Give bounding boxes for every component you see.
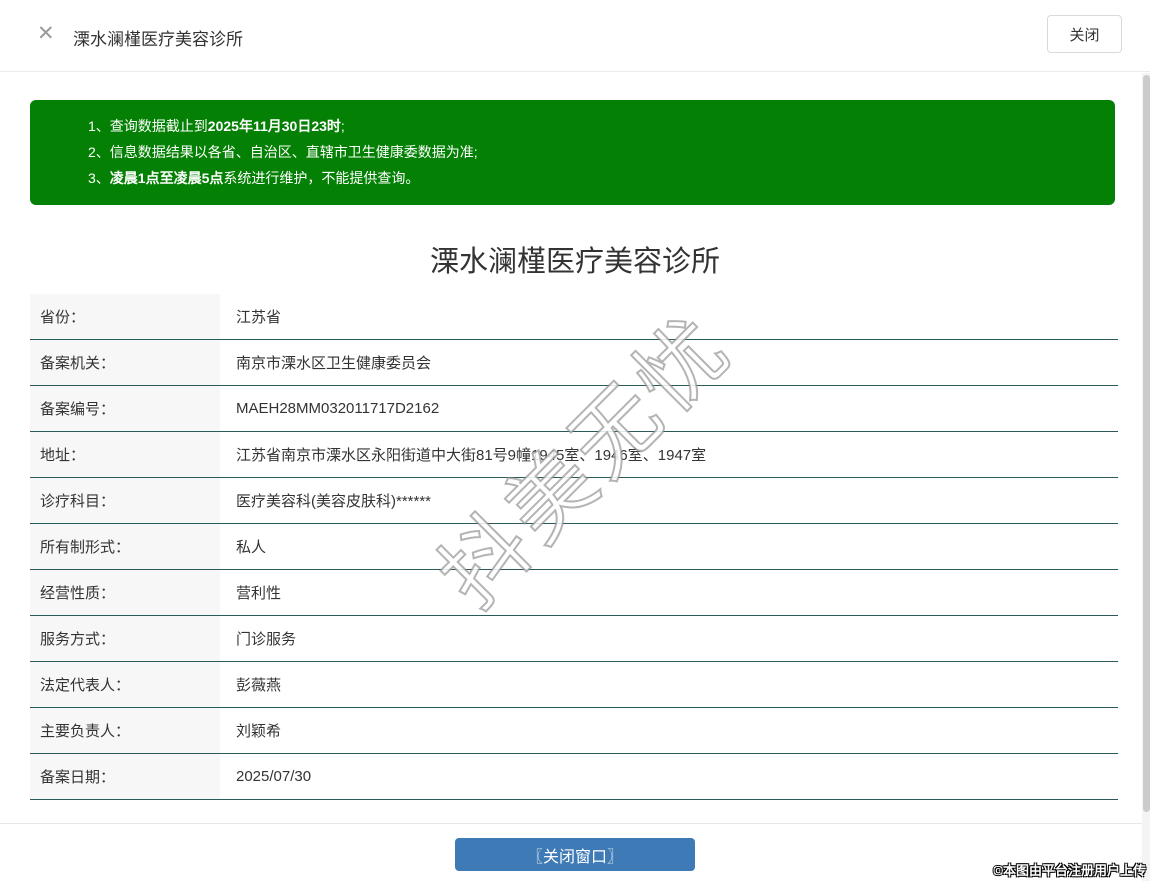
attribution: ©本图由平台注册用户上传 [993, 863, 1146, 878]
row-label: 主要负责人： [30, 708, 220, 753]
scrollbar[interactable] [1142, 73, 1150, 881]
row-value: 2025/07/30 [236, 768, 312, 785]
window-title: 溧水澜槿医疗美容诊所 [73, 30, 243, 49]
notice-line: 1、查询数据截止到2025年11月30日23时; [88, 118, 345, 134]
table-row: 主要负责人： 刘颖希 [30, 708, 1118, 754]
row-value: MAEH28MM032011717D2162 [236, 400, 440, 417]
notice-line: 3、凌晨1点至凌晨5点系统进行维护，不能提供查询。 [88, 170, 420, 186]
row-value: 江苏省 [236, 309, 282, 326]
row-label: 备案日期： [30, 754, 220, 799]
row-label: 地址： [30, 432, 220, 477]
table-row: 备案机关： 南京市溧水区卫生健康委员会 [30, 340, 1118, 386]
table-row: 备案日期： 2025/07/30 [30, 754, 1118, 800]
row-label: 省份： [30, 294, 220, 339]
table-row: 所有制形式： 私人 [30, 524, 1118, 570]
row-label: 备案机关： [30, 340, 220, 385]
detail-table: 省份： 江苏省 备案机关： 南京市溧水区卫生健康委员会 备案编号： MAEH28MM032… [30, 294, 1118, 800]
row-value: 刘颖希 [236, 723, 282, 740]
row-label: 法定代表人： [30, 662, 220, 707]
scrollbar-thumb[interactable] [1143, 75, 1150, 812]
row-value: 南京市溧水区卫生健康委员会 [236, 355, 432, 372]
page-title: 溧水澜槿医疗美容诊所 [429, 246, 720, 278]
table-row: 地址： 江苏省南京市溧水区永阳街道中大街81号9幢1945室、1946室、1947… [30, 432, 1118, 478]
table-row: 法定代表人： 彭薇燕 [30, 662, 1118, 708]
table-row: 省份： 江苏省 [30, 294, 1118, 340]
close-button[interactable]: 关闭 [1047, 15, 1122, 53]
row-value: 医疗美容科(美容皮肤科)****** [236, 493, 432, 510]
row-value: 彭薇燕 [236, 677, 282, 694]
footer: 〖关闭窗口〗 [0, 824, 1150, 881]
notice-line: 2、信息数据结果以各省、自治区、直辖市卫生健康委数据为准; [88, 144, 478, 160]
row-label: 服务方式： [30, 616, 220, 661]
row-label: 诊疗科目： [30, 478, 220, 523]
row-value: 私人 [236, 539, 267, 556]
row-label: 经营性质： [30, 570, 220, 615]
table-row: 诊疗科目： 医疗美容科(美容皮肤科)****** [30, 478, 1118, 524]
notice-banner: 1、查询数据截止到2025年11月30日23时; 2、信息数据结果以各省、自治区、… [30, 100, 1115, 205]
table-row: 服务方式： 门诊服务 [30, 616, 1118, 662]
row-value: 门诊服务 [236, 631, 297, 648]
table-row: 备案编号： MAEH28MM032011717D2162 [30, 386, 1118, 432]
window-titlebar: ✕ 溧水澜槿医疗美容诊所 关闭 [0, 0, 1150, 72]
close-window-button[interactable]: 〖关闭窗口〗 [455, 838, 695, 871]
row-label: 所有制形式： [30, 524, 220, 569]
row-value: 营利性 [236, 585, 282, 602]
table-row: 经营性质： 营利性 [30, 570, 1118, 616]
row-label: 备案编号： [30, 386, 220, 431]
close-icon[interactable]: ✕ [37, 23, 55, 44]
row-value: 江苏省南京市溧水区永阳街道中大街81号9幢1945室、1946室、1947室 [236, 447, 707, 464]
